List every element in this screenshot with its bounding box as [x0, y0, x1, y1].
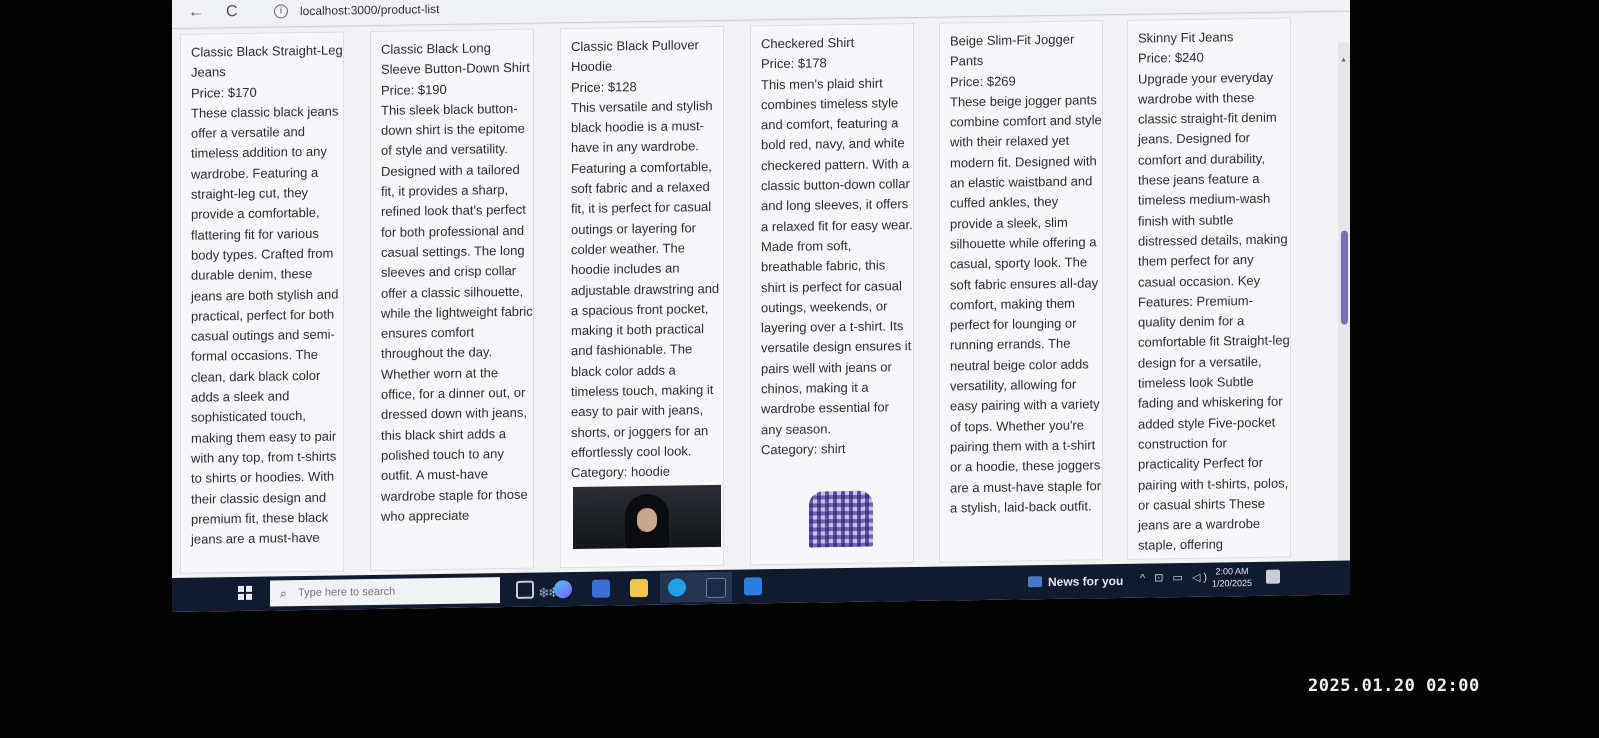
scrollbar-thumb[interactable]: [1341, 230, 1348, 325]
plaid-shirt-shape: [809, 490, 873, 548]
system-tray-icons[interactable]: ^ ⊡ ▭ ◁): [1140, 571, 1210, 585]
product-description: Upgrade your everyday wardrobe with thes…: [1138, 69, 1290, 554]
back-arrow-icon[interactable]: ←: [188, 4, 204, 22]
product-card[interactable]: Classic Black Straight-Leg Jeans Price: …: [180, 31, 344, 574]
product-price: Price: $269: [950, 73, 1016, 90]
product-description: This versatile and stylish black hoodie …: [571, 97, 720, 461]
product-price: Price: $170: [191, 84, 257, 101]
product-title: Beige Slim-Fit Jogger Pants: [950, 31, 1075, 69]
product-price: Price: $178: [761, 55, 827, 72]
model-face: [637, 507, 657, 533]
address-bar[interactable]: localhost:3000/product-list: [300, 2, 439, 18]
vscode-icon[interactable]: [744, 577, 762, 596]
product-title: Classic Black Straight-Leg Jeans: [191, 42, 343, 81]
product-title: Classic Black Pullover Hoodie: [571, 37, 699, 75]
product-card[interactable]: Skinny Fit Jeans Price: $240 Upgrade you…: [1127, 17, 1291, 560]
product-category: Category: hoodie: [571, 463, 671, 481]
page-scrollbar[interactable]: ▲: [1338, 42, 1350, 591]
news-widget-label[interactable]: News for you: [1048, 574, 1123, 589]
product-description: This men's plaid shirt combines timeless…: [761, 75, 913, 437]
product-title: Checkered Shirt: [761, 34, 855, 52]
taskbar-clock[interactable]: 2:00 AM 1/20/2025: [1212, 565, 1252, 590]
search-placeholder: Type here to search: [298, 585, 396, 600]
product-price: Price: $128: [571, 78, 637, 95]
clock-time: 2:00 AM: [1215, 566, 1249, 577]
product-card[interactable]: Classic Black Long Sleeve Button-Down Sh…: [370, 28, 534, 572]
store-icon[interactable]: [592, 579, 610, 598]
product-card[interactable]: Beige Slim-Fit Jogger Pants Price: $269 …: [939, 20, 1103, 563]
hoodie-product-image: [573, 484, 721, 550]
product-title: Classic Black Long Sleeve Button-Down Sh…: [381, 40, 530, 78]
notification-icon[interactable]: [1266, 569, 1280, 584]
shirt-product-image: [803, 487, 879, 548]
clock-date: 1/20/2025: [1212, 577, 1253, 589]
windows-start-icon[interactable]: [238, 585, 252, 601]
file-explorer-icon[interactable]: [630, 578, 648, 598]
product-title: Skinny Fit Jeans: [1138, 29, 1234, 46]
reload-icon[interactable]: C: [226, 3, 238, 21]
copilot-icon[interactable]: [554, 580, 572, 599]
task-view-icon[interactable]: [516, 580, 534, 599]
camera-timestamp: 2025.01.20 02:00: [1308, 676, 1480, 696]
product-description: These classic black jeans offer a versat…: [191, 103, 339, 547]
product-price: Price: $240: [1138, 49, 1204, 66]
terminal-icon[interactable]: [706, 577, 726, 599]
product-card[interactable]: Checkered Shirt Price: $178 This men's p…: [750, 22, 914, 566]
product-category: Category: shirt: [761, 440, 846, 458]
scroll-up-arrow-icon[interactable]: ▲: [1340, 57, 1347, 64]
product-price: Price: $190: [381, 81, 447, 98]
product-card[interactable]: Classic Black Pullover Hoodie Price: $12…: [560, 25, 724, 569]
monitor-screen: ← C i localhost:3000/product-list Classi…: [172, 0, 1350, 613]
taskbar-search-input[interactable]: ⌕ Type here to search ❄❄: [270, 577, 557, 607]
product-description: These beige jogger pants combine comfort…: [950, 92, 1102, 516]
product-list-page: Classic Black Straight-Leg Jeans Price: …: [172, 12, 1350, 591]
site-info-icon[interactable]: i: [274, 4, 288, 19]
news-widget-icon[interactable]: [1028, 576, 1042, 588]
search-icon: ⌕: [280, 586, 287, 601]
product-description: This sleek black button-down shirt is th…: [381, 100, 533, 524]
